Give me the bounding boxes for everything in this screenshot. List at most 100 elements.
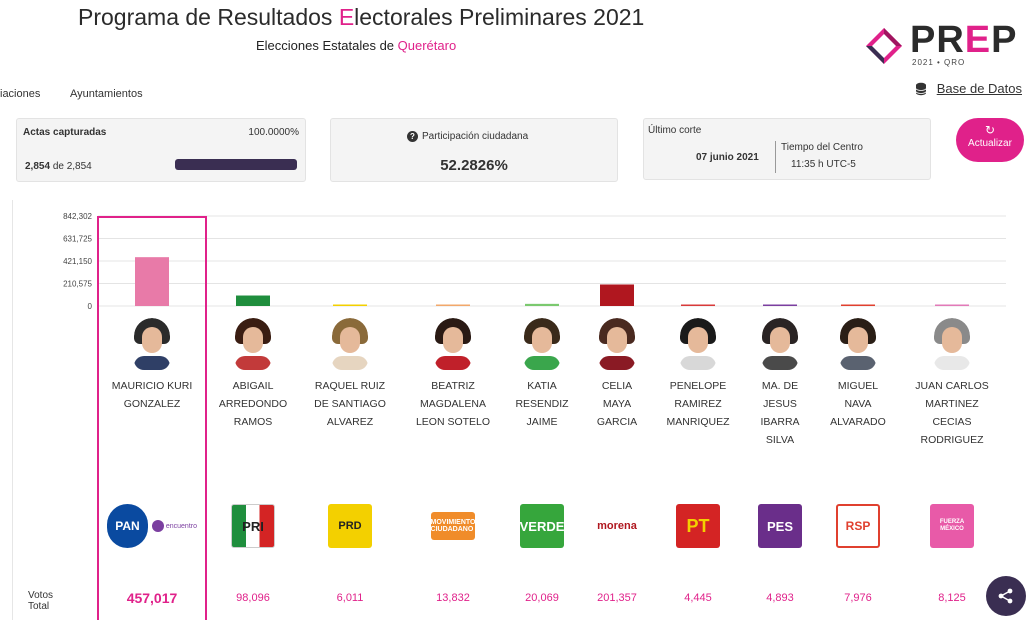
party-logo-box: RSP: [836, 504, 880, 548]
votes-total-label: Votos Total: [28, 590, 53, 612]
logo-subtext: 2021 • QRO: [912, 58, 966, 67]
help-icon[interactable]: ?: [407, 131, 418, 142]
y-tick-label: 0: [88, 302, 93, 311]
participation-value: 52.2826%: [440, 157, 508, 174]
bar[interactable]: [681, 304, 715, 307]
candidate-name: PENELOPE RAMIREZ MANRIQUEZ: [653, 377, 743, 431]
candidate-name: RAQUEL RUIZ DE SANTIAGO ALVAREZ: [305, 377, 395, 431]
candidate-name-line: CECIAS: [932, 416, 972, 428]
secondary-party-logo: encuentro: [151, 520, 197, 532]
party-logo: MOVIMIENTO CIUDADANO: [408, 504, 498, 548]
y-tick-label: 210,575: [63, 280, 92, 289]
secondary-party-name: encuentro: [165, 522, 197, 530]
page-subtitle: Elecciones Estatales de Querétaro: [256, 38, 457, 53]
candidate-name: CELIA MAYA GARCIA: [572, 377, 662, 431]
candidate-card[interactable]: ABIGAIL ARREDONDO RAMOS: [208, 318, 298, 431]
timezone-label: Tiempo del Centro: [781, 142, 863, 153]
bar[interactable]: [525, 303, 559, 306]
candidate-votes: 98,096: [236, 592, 270, 604]
participation-label: Participación ciudadana: [422, 131, 529, 142]
candidate-card[interactable]: MAURICIO KURI GONZALEZ: [107, 318, 197, 413]
actas-count-line: 2,854 de 2,854: [25, 161, 92, 172]
party-logo: PAN encuentro: [107, 504, 197, 548]
prep-logo: PREP 2021 • QRO: [862, 20, 1022, 70]
bar[interactable]: [436, 304, 470, 307]
share-icon: [998, 588, 1013, 604]
candidate-votes: 7,976: [844, 592, 872, 604]
party-logo: PT: [653, 504, 743, 548]
nav-tab-votaciones[interactable]: iaciones: [0, 88, 40, 100]
selected-candidate-highlight: [97, 216, 207, 620]
candidate-card[interactable]: CELIA MAYA GARCIA: [572, 318, 662, 431]
actas-count: 2,854: [25, 161, 51, 172]
candidate-name-line: NAVA: [844, 398, 872, 410]
candidate-votes: 4,893: [766, 592, 794, 604]
refresh-button[interactable]: ↻ Actualizar: [956, 118, 1024, 162]
candidate-votes: 8,125: [938, 592, 966, 604]
party-logo-box: FUERZA MÉXICO: [930, 504, 974, 548]
candidate-name-line: MA. DE: [761, 380, 799, 392]
candidate-name-line: JESUS: [763, 398, 797, 410]
candidate-photo: [134, 318, 170, 370]
votes-label-line-1: Votos: [28, 590, 54, 601]
candidate-name-line: JUAN CARLOS: [915, 380, 989, 392]
candidate-card[interactable]: BEATRIZ MAGDALENA LEON SOTELO: [408, 318, 498, 431]
bar[interactable]: [236, 295, 270, 306]
bar[interactable]: [763, 304, 797, 307]
actas-label: Actas capturadas: [23, 127, 107, 138]
party-logo: morena: [572, 504, 662, 548]
bar[interactable]: [935, 304, 969, 307]
candidate-photo: [235, 318, 271, 370]
candidate-name-line: MANRIQUEZ: [666, 416, 730, 428]
bar[interactable]: [600, 284, 634, 306]
candidate-photo: [524, 318, 560, 370]
candidate-name-line: PENELOPE: [669, 380, 727, 392]
candidate-name: ABIGAIL ARREDONDO RAMOS: [208, 377, 298, 431]
candidate-card[interactable]: RAQUEL RUIZ DE SANTIAGO ALVAREZ: [305, 318, 395, 431]
party-logo: FUERZA MÉXICO: [907, 504, 997, 548]
bar[interactable]: [841, 304, 875, 307]
party-logo-box: PRI: [231, 504, 275, 548]
candidate-name: MAURICIO KURI GONZALEZ: [107, 377, 197, 413]
nav-tab-ayuntamientos[interactable]: Ayuntamientos: [70, 88, 143, 100]
candidate-card[interactable]: PENELOPE RAMIREZ MANRIQUEZ: [653, 318, 743, 431]
candidate-name-line: GONZALEZ: [123, 398, 181, 410]
candidate-name-line: RAMIREZ: [674, 398, 722, 410]
y-tick-label: 842,302: [63, 212, 92, 221]
last-cut-card: Último corte 07 junio 2021 Tiempo del Ce…: [643, 118, 931, 180]
candidate-card[interactable]: MA. DE JESUS IBARRA SILVA: [735, 318, 825, 449]
database-link-label[interactable]: Base de Datos: [937, 81, 1022, 96]
candidate-votes: 6,011: [336, 592, 364, 604]
candidate-name-line: ABIGAIL: [232, 380, 274, 392]
candidate-name-line: ARREDONDO: [218, 398, 288, 410]
candidate-card[interactable]: JUAN CARLOS MARTINEZ CECIAS RODRIGUEZ: [907, 318, 997, 449]
party-logo-box: VERDE: [520, 504, 564, 548]
actas-total: 2,854: [66, 161, 92, 172]
candidate-card[interactable]: MIGUEL NAVA ALVARADO: [813, 318, 903, 431]
candidate-name-line: RAQUEL RUIZ: [314, 380, 386, 392]
party-logo-box: MOVIMIENTO CIUDADANO: [431, 512, 476, 540]
participation-card: ? Participación ciudadana 52.2826%: [330, 118, 618, 182]
database-link[interactable]: Base de Datos: [915, 81, 1022, 96]
last-cut-time: 11:35 h UTC-5: [791, 159, 856, 170]
participation-label-row: ? Participación ciudadana: [407, 131, 528, 142]
candidate-photo: [934, 318, 970, 370]
candidate-photo: [435, 318, 471, 370]
candidate-name-line: MAYA: [602, 398, 632, 410]
actas-of: de: [52, 161, 64, 172]
candidate-name-line: ALVAREZ: [326, 416, 374, 428]
candidate-name-line: CELIA: [601, 380, 633, 392]
candidate-name-line: SILVA: [765, 434, 795, 446]
y-tick-label: 631,725: [63, 235, 92, 244]
candidate-photo: [840, 318, 876, 370]
prep-logo-mark: [866, 28, 902, 64]
candidate-name-line: MAURICIO KURI: [111, 380, 193, 392]
candidate-votes: 13,832: [436, 592, 470, 604]
logo-text: PREP: [910, 19, 1018, 61]
actas-card: Actas capturadas 100.0000% 2,854 de 2,85…: [16, 118, 306, 182]
share-button[interactable]: [986, 576, 1026, 616]
candidate-name-line: MARTINEZ: [925, 398, 979, 410]
bar[interactable]: [333, 304, 367, 307]
candidate-photo: [599, 318, 635, 370]
actas-percent: 100.0000%: [248, 127, 299, 138]
